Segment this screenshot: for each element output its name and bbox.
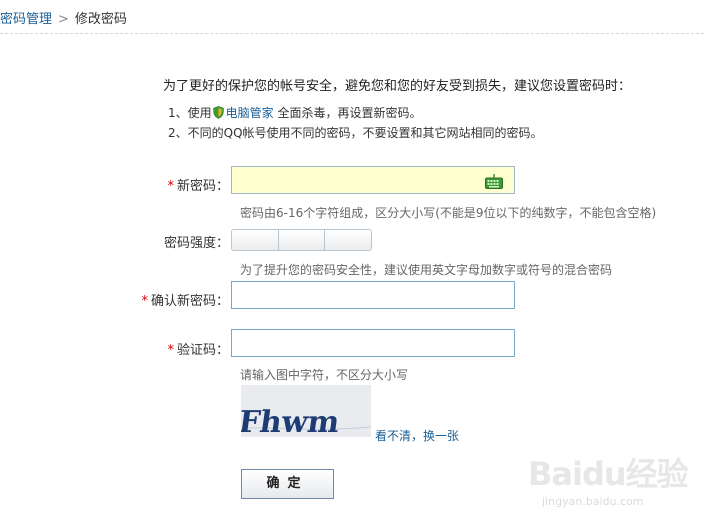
breadcrumb-link-password-management[interactable]: 密码管理 bbox=[0, 12, 52, 27]
strength-hint: 为了提升您的密码安全性，建议使用英文字母加数字或符号的混合密码 bbox=[240, 263, 613, 277]
breadcrumb-current: 修改密码 bbox=[74, 12, 127, 27]
captcha-hint: 请输入图中字符，不区分大小写 bbox=[240, 368, 409, 382]
divider bbox=[0, 33, 704, 34]
intro-text: 为了更好的保护您的帐号安全，避免您和您的好友受到损失，建议您设置密码时： bbox=[163, 79, 632, 94]
new-password-label: * 新密码： bbox=[150, 175, 229, 194]
password-strength-meter bbox=[231, 229, 372, 251]
shield-icon bbox=[212, 106, 224, 119]
breadcrumb-separator: > bbox=[58, 12, 69, 27]
captcha-refresh-link[interactable]: 看不清，换一张 bbox=[375, 427, 459, 444]
tip-2: 2、不同的QQ帐号使用不同的密码，不要设置和其它网站相同的密码。 bbox=[168, 126, 543, 140]
required-mark: * bbox=[167, 343, 174, 358]
captcha-input[interactable] bbox=[231, 329, 515, 357]
confirm-password-label-text: 确认新密码： bbox=[150, 294, 229, 309]
confirm-button[interactable]: 确定 bbox=[241, 469, 334, 499]
required-mark: * bbox=[167, 179, 174, 194]
new-password-input[interactable] bbox=[231, 166, 515, 194]
strength-label: 密码强度： bbox=[163, 236, 229, 251]
new-password-label-text: 新密码： bbox=[176, 179, 229, 194]
breadcrumb: 密码管理 > 修改密码 bbox=[0, 8, 127, 28]
tip-1: 1、使用 电脑管家 全面杀毒，再设置新密码。 bbox=[168, 104, 422, 121]
watermark-logo: Baidu经验 bbox=[528, 455, 689, 493]
confirm-password-input[interactable] bbox=[231, 281, 515, 309]
pc-manager-link[interactable]: 电脑管家 bbox=[226, 106, 274, 120]
keyboard-icon[interactable] bbox=[485, 174, 503, 189]
captcha-label: * 验证码： bbox=[150, 339, 229, 358]
captcha-text: Fhwm bbox=[241, 405, 342, 437]
tip-1-prefix: 1、使用 bbox=[168, 106, 212, 120]
strength-segment-strong bbox=[325, 230, 371, 250]
new-password-hint: 密码由6-16个字符组成，区分大小写(不能是9位以下的纯数字，不能包含空格) bbox=[240, 206, 657, 220]
watermark-url: jingyan.baidu.com bbox=[542, 495, 644, 508]
captcha-label-text: 验证码： bbox=[176, 343, 229, 358]
tip-1-suffix: 全面杀毒，再设置新密码。 bbox=[277, 106, 422, 120]
baidu-jingyan-watermark: Baidu经验 jingyan.baidu.com bbox=[528, 447, 698, 519]
strength-segment-medium bbox=[278, 230, 326, 250]
confirm-password-label: * 确认新密码： bbox=[120, 290, 229, 309]
strength-segment-weak bbox=[232, 230, 279, 250]
required-mark: * bbox=[141, 294, 148, 309]
captcha-image[interactable]: Fhwm bbox=[241, 385, 371, 437]
